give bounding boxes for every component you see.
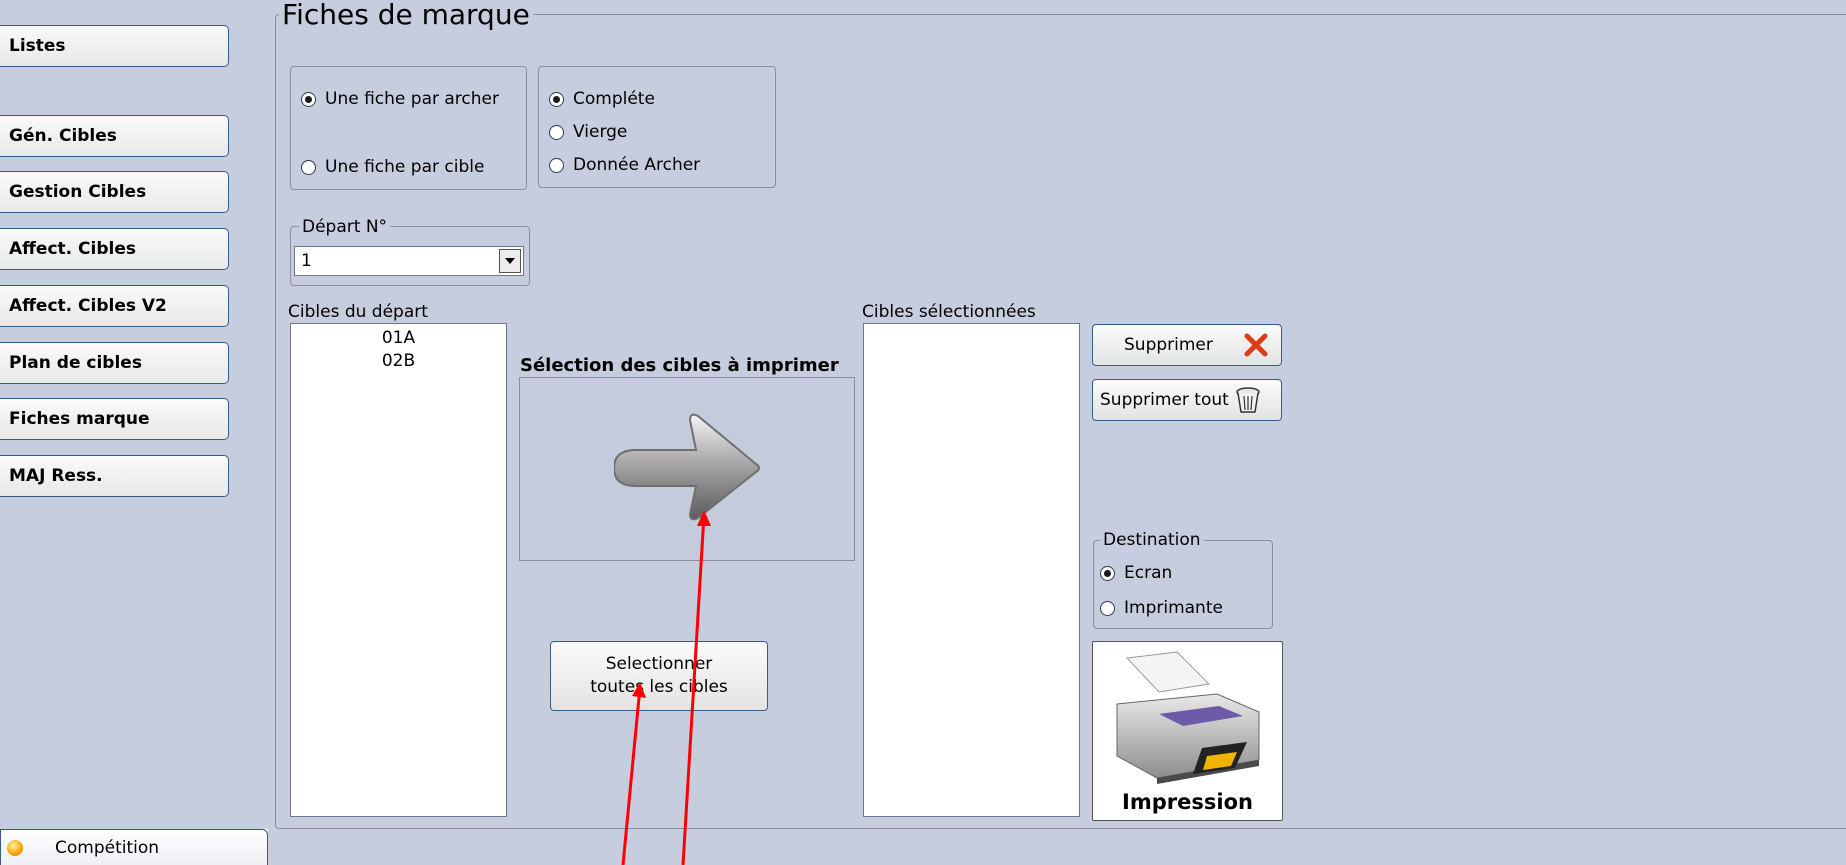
annotation-arrowhead [697,510,711,526]
annotation-arrows [621,510,711,865]
annotation-arrow [681,514,706,865]
annotation-arrowhead [632,682,646,698]
annotation-arrow [621,686,642,865]
